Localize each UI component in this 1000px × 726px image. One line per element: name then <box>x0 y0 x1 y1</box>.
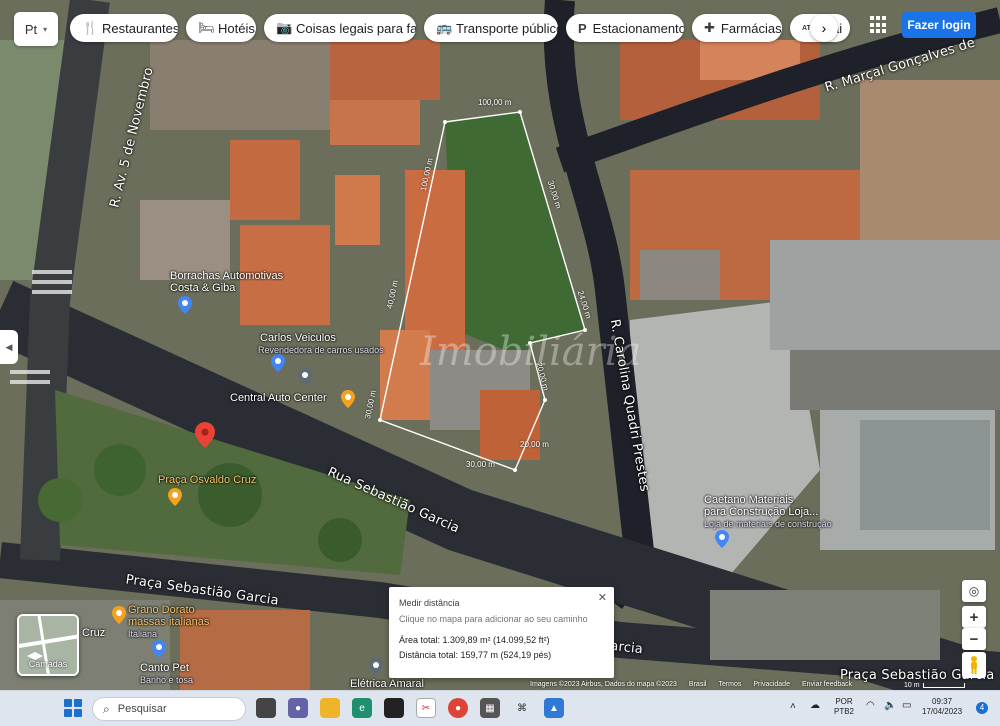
scale-label: 10 m <box>904 682 920 689</box>
file-explorer-icon[interactable] <box>320 698 340 718</box>
total-distance: Distância total: 159,77 m (524,19 pés) <box>399 650 552 660</box>
map-pin-icon <box>298 368 312 386</box>
chip-hoteis[interactable]: 🛏 Hotéis <box>186 14 256 42</box>
my-location-icon[interactable]: ◎ <box>962 580 986 602</box>
google-apps-icon[interactable] <box>870 16 888 34</box>
selected-location-pin-icon[interactable] <box>195 422 215 448</box>
chip-transporte[interactable]: 🚌 Transporte público <box>424 14 558 42</box>
chip-label: Estacionamento <box>592 20 684 36</box>
snipping-tool-icon[interactable]: ✂ <box>416 698 436 718</box>
photos-icon[interactable]: ▲ <box>544 698 564 718</box>
network-app-icon[interactable]: ⌘ <box>512 698 532 718</box>
store-icon[interactable] <box>384 698 404 718</box>
map-pin-icon <box>715 530 729 548</box>
poi-title: Central Auto Center <box>230 392 327 404</box>
clock[interactable]: 09:37 17/04/2023 <box>922 697 962 717</box>
chevron-down-icon: ▾ <box>43 24 48 34</box>
poi-title: Borrachas Automotivas <box>170 270 284 282</box>
clock-time: 09:37 <box>932 697 953 706</box>
chip-estacionamento[interactable]: P Estacionamento <box>566 14 684 42</box>
windows-start-icon[interactable] <box>64 699 82 717</box>
map-pin-icon <box>178 296 192 314</box>
layers-button[interactable]: Camadas <box>17 614 79 676</box>
chat-icon[interactable]: ● <box>288 698 308 718</box>
restaurant-pin-icon <box>168 488 182 506</box>
restaurant-pin-icon <box>341 390 355 408</box>
poi-title: Elétrica Amaral <box>350 678 424 690</box>
measure-label: 30,00 m <box>466 460 495 469</box>
language-selector[interactable]: Pt ▾ <box>14 12 58 46</box>
panel-title: Medir distância <box>399 598 460 608</box>
task-view-icon[interactable] <box>256 698 276 718</box>
poi-title: Caetano Materiais <box>704 494 794 506</box>
poi-title: Canto Pet <box>140 662 189 674</box>
collapse-side-panel-icon[interactable]: ◀ <box>0 330 18 364</box>
panel-hint: Clique no mapa para adicionar ao seu cam… <box>399 614 588 624</box>
chrome-icon[interactable]: ● <box>448 698 468 718</box>
chip-label: Farmácias <box>720 20 782 36</box>
poi-title-2: para Construção Loja... <box>704 506 819 518</box>
chip-label: Hotéis <box>218 20 255 36</box>
poi-title: Grano Dorato <box>128 604 195 616</box>
poi-subtitle: Italiana <box>128 629 158 639</box>
zoom-in-button[interactable]: + <box>962 606 986 628</box>
chip-label: Restaurantes <box>102 20 178 36</box>
chip-label: Coisas legais para faz... <box>296 20 416 36</box>
map-pin-icon <box>271 354 285 372</box>
close-icon[interactable]: ✕ <box>598 591 607 604</box>
chevron-right-icon[interactable]: › <box>810 14 838 42</box>
street-view-pegman-icon[interactable] <box>962 652 986 678</box>
chip-farmacias[interactable]: ✚ Farmácias <box>692 14 782 42</box>
poi-subtitle: Revendedora de carros usados <box>258 345 384 355</box>
weather-icon[interactable]: ☁ <box>810 701 820 711</box>
search-placeholder: Pesquisar <box>117 703 167 715</box>
fork-knife-icon: 🍴 <box>82 20 99 35</box>
language-label: Pt <box>24 21 38 37</box>
bed-icon: 🛏 <box>198 20 215 35</box>
show-hidden-icons-icon[interactable]: ˄ <box>790 702 796 712</box>
input-language[interactable]: POR PTB2 <box>834 697 854 717</box>
edge-icon[interactable]: e <box>352 698 372 718</box>
measure-label: 20,00 m <box>520 440 549 449</box>
zoom-out-button[interactable]: − <box>962 628 986 650</box>
lang-layout: PTB2 <box>834 707 855 716</box>
bus-icon: 🚌 <box>436 20 453 35</box>
calculator-icon[interactable]: ▦ <box>480 698 500 718</box>
battery-icon[interactable]: ▭ <box>902 701 911 711</box>
total-area: Área total: 1.309,89 m² (14.099,52 ft²) <box>399 635 550 645</box>
notification-badge[interactable]: 4 <box>976 702 988 714</box>
pharmacy-icon: ✚ <box>704 20 715 35</box>
chip-coisas-legais[interactable]: 📷 Coisas legais para faz... <box>264 14 416 42</box>
layers-label: Camadas <box>28 659 68 669</box>
poi-title: Praça Osvaldo Cruz <box>158 474 257 486</box>
lang-code: POR <box>835 697 853 706</box>
measure-distance-panel: Medir distância Clique no mapa para adic… <box>389 587 614 678</box>
measure-label: 100,00 m <box>478 98 512 107</box>
restaurant-pin-icon <box>112 606 126 624</box>
camera-icon: 📷 <box>276 20 293 35</box>
clock-date: 17/04/2023 <box>922 707 963 716</box>
wifi-icon[interactable]: ◠ <box>866 701 875 711</box>
map-pin-icon <box>369 658 383 676</box>
chip-label: Transporte público <box>456 20 558 36</box>
poi-title: Cruz <box>82 627 106 639</box>
volume-icon[interactable]: 🔈 <box>884 701 896 711</box>
taskbar-search[interactable]: ⌕ Pesquisar <box>92 697 246 721</box>
category-chips: 🍴 Restaurantes 🛏 Hotéis 📷 Coisas legais … <box>70 14 850 42</box>
poi-title-2: Costa & Giba <box>170 282 236 294</box>
parking-icon: P <box>578 20 587 36</box>
search-icon: ⌕ <box>103 701 110 716</box>
chip-restaurantes[interactable]: 🍴 Restaurantes <box>70 14 178 42</box>
map-pin-icon <box>152 640 166 658</box>
poi-subtitle: Loja de materiais de construção <box>704 519 832 529</box>
login-button[interactable]: Fazer login <box>902 12 976 38</box>
poi-subtitle: Banho e tosa <box>140 675 194 685</box>
watermark: Imobiliária <box>419 329 641 375</box>
poi-title: Carlos Veiculos <box>260 332 336 344</box>
poi-title-2: massas italianas <box>128 616 210 628</box>
scale-bar[interactable]: 10 m <box>904 682 965 689</box>
